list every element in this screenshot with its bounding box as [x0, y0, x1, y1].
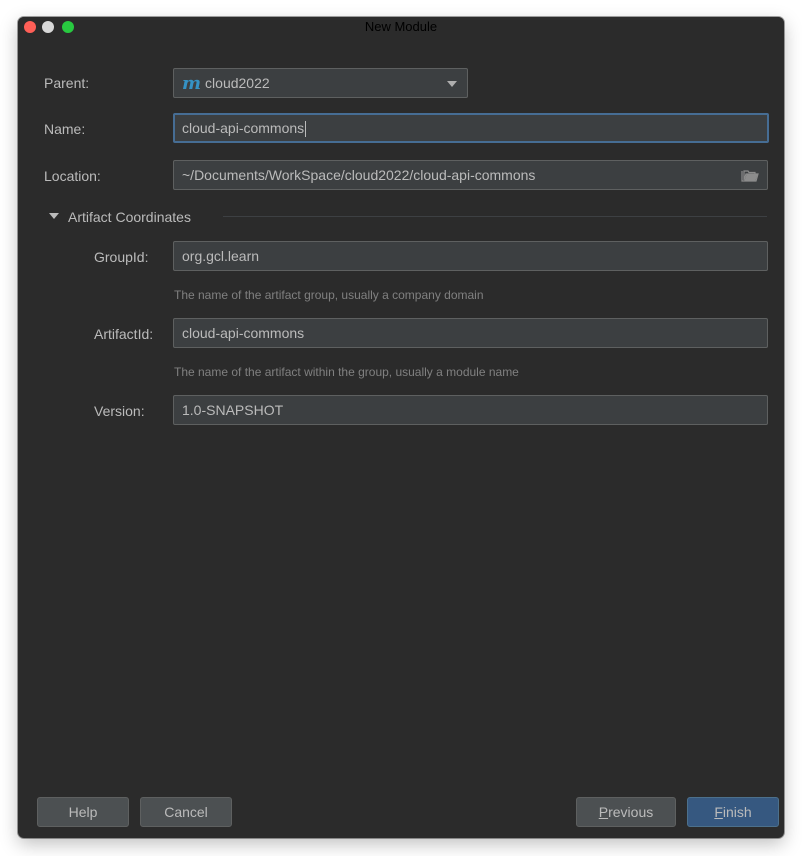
artifact-section-title[interactable]: Artifact Coordinates [68, 209, 191, 225]
chevron-down-icon [447, 81, 457, 87]
groupid-input[interactable]: org.gcl.learn [173, 241, 768, 271]
maven-m-icon: m [182, 73, 202, 94]
previous-button[interactable]: Previous [576, 797, 676, 827]
title-bar: New Module [18, 17, 784, 37]
location-value: ~/Documents/WorkSpace/cloud2022/cloud-ap… [182, 167, 536, 183]
name-label: Name: [44, 121, 86, 137]
location-input[interactable]: ~/Documents/WorkSpace/cloud2022/cloud-ap… [173, 160, 768, 190]
window-title: New Module [364, 19, 438, 34]
help-button[interactable]: Help [37, 797, 129, 827]
artifactid-label: ArtifactId: [94, 326, 154, 342]
groupid-value: org.gcl.learn [182, 248, 260, 264]
finish-mnemonic: F [714, 804, 723, 820]
version-label: Version: [94, 403, 145, 419]
cancel-button[interactable]: Cancel [140, 797, 232, 827]
parent-dropdown[interactable]: m cloud2022 [173, 68, 468, 98]
finish-button[interactable]: Finish [687, 797, 779, 827]
version-value: 1.0-SNAPSHOT [182, 402, 284, 418]
finish-label: inish [722, 804, 752, 820]
groupid-hint: The name of the artifact group, usually … [174, 288, 484, 302]
version-input[interactable]: 1.0-SNAPSHOT [173, 395, 768, 425]
groupid-label: GroupId: [94, 249, 149, 265]
location-label: Location: [44, 168, 101, 184]
folder-icon[interactable] [741, 169, 759, 182]
parent-value: cloud2022 [205, 75, 270, 91]
new-module-dialog: New Module Parent: m cloud2022 Name: clou… [18, 17, 784, 838]
name-input[interactable]: cloud-api-commons [173, 113, 769, 143]
section-divider [223, 216, 767, 217]
name-value: cloud-api-commons [182, 120, 305, 136]
parent-label: Parent: [44, 75, 90, 91]
previous-label: revious [608, 804, 654, 820]
artifactid-hint: The name of the artifact within the grou… [174, 365, 519, 379]
artifactid-value: cloud-api-commons [182, 325, 305, 341]
artifactid-input[interactable]: cloud-api-commons [173, 318, 768, 348]
previous-mnemonic: P [598, 804, 609, 820]
triangle-down-icon[interactable] [49, 213, 59, 219]
text-caret [305, 121, 307, 138]
